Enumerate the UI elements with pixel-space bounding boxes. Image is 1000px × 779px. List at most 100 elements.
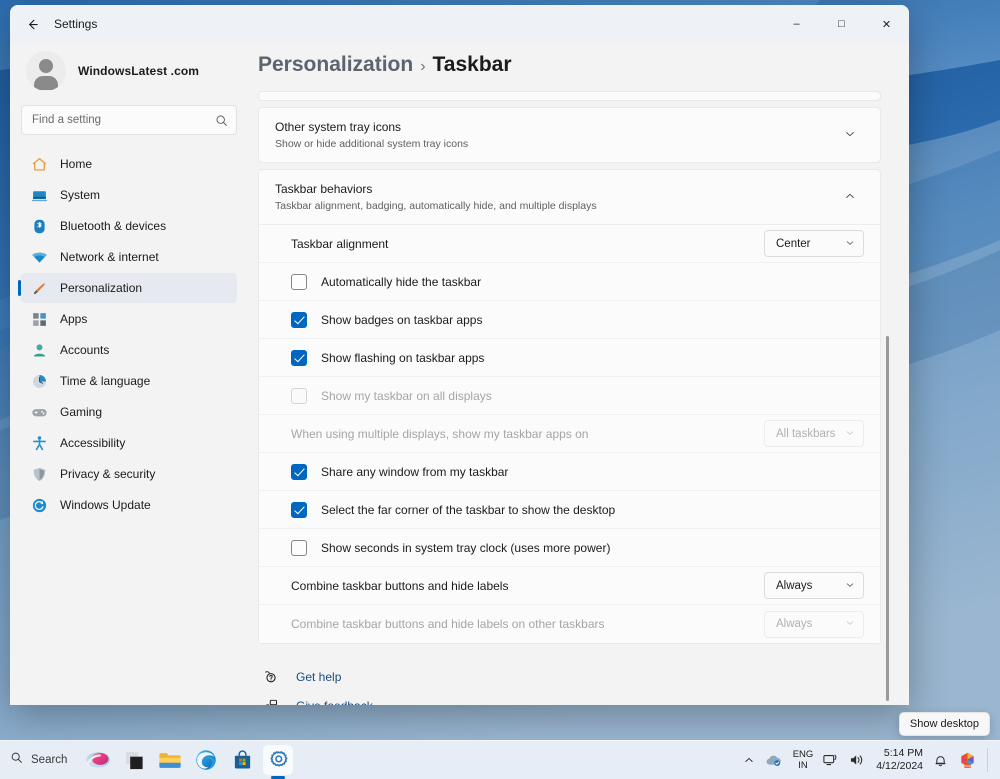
sidebar-item-label: System (60, 188, 101, 202)
row-combine-taskbar-buttons-other-taskbars: Combine taskbar buttons and hide labels … (259, 605, 880, 643)
edge-icon[interactable] (191, 745, 221, 775)
account-profile[interactable]: WindowsLatest .com (18, 43, 240, 105)
chevron-up-icon[interactable] (836, 190, 864, 205)
get-help-link[interactable]: Get help (262, 668, 881, 686)
microsoft-store-icon[interactable] (227, 745, 257, 775)
give-feedback-link[interactable]: Give feedback (262, 697, 881, 705)
clock-icon (31, 373, 48, 390)
row-automatically-hide-the-taskbar[interactable]: Automatically hide the taskbar (259, 263, 880, 301)
search-input[interactable] (32, 114, 215, 126)
settings-icon[interactable] (263, 745, 294, 775)
sidebar-item-time-language[interactable]: Time & language (21, 366, 237, 396)
taskbar-app-icons (83, 745, 294, 775)
file-explorer-icon[interactable] (155, 745, 185, 775)
apps-icon (31, 311, 48, 328)
dropdown-value: Center (776, 237, 811, 250)
sidebar-item-label: Privacy & security (60, 467, 156, 481)
sidebar-item-bluetooth-devices[interactable]: Bluetooth & devices (21, 211, 237, 241)
multiple-displays-dropdown: All taskbars (764, 420, 864, 447)
network-icon[interactable] (823, 753, 839, 767)
sidebar-item-label: Personalization (60, 281, 143, 295)
combine-taskbar-buttons-dropdown[interactable]: Always (764, 572, 864, 599)
shield-icon (31, 466, 48, 483)
row-share-any-window-from-my-taskbar[interactable]: Share any window from my taskbar (259, 453, 880, 491)
maximize-button[interactable]: □ (819, 5, 864, 43)
share-window-checkbox[interactable] (291, 463, 307, 480)
show-badges-checkbox[interactable] (291, 311, 307, 328)
sidebar-item-gaming[interactable]: Gaming (21, 397, 237, 427)
clock[interactable]: 5:14 PM 4/12/2024 (876, 747, 923, 773)
card-title: Other system tray icons (275, 120, 402, 134)
sidebar-item-accounts[interactable]: Accounts (21, 335, 237, 365)
automatically-hide-taskbar-checkbox[interactable] (291, 273, 307, 290)
sidebar-item-privacy-security[interactable]: Privacy & security (21, 459, 237, 489)
row-show-my-taskbar-on-all-displays: Show my taskbar on all displays (259, 377, 880, 415)
show-seconds-checkbox[interactable] (291, 539, 307, 556)
row-select-far-corner-show-desktop[interactable]: Select the far corner of the taskbar to … (259, 491, 880, 529)
sidebar-item-personalization[interactable]: Personalization (18, 273, 237, 303)
dropdown-value: Always (776, 618, 813, 630)
title-bar: Settings – □ ✕ (10, 5, 909, 43)
card-header[interactable]: Taskbar behaviors Taskbar alignment, bad… (259, 170, 880, 224)
system-icon (31, 187, 48, 204)
close-button[interactable]: ✕ (864, 5, 909, 43)
minimize-button[interactable]: – (774, 5, 819, 43)
taskbar-search-button[interactable]: Search (2, 746, 79, 774)
card-taskbar-behaviors[interactable]: Taskbar behaviors Taskbar alignment, bad… (258, 169, 881, 644)
settings-scroll-area[interactable]: Other system tray icons Show or hide add… (248, 91, 909, 705)
sidebar: WindowsLatest .com Find a setting Home S… (10, 43, 248, 705)
back-button[interactable] (16, 8, 48, 40)
scrollbar-track[interactable] (886, 91, 899, 705)
sidebar-item-apps[interactable]: Apps (21, 304, 237, 334)
far-corner-show-desktop-checkbox[interactable] (291, 501, 307, 518)
row-label: Combine taskbar buttons and hide labels (291, 578, 509, 593)
clock-time: 5:14 PM (883, 747, 923, 759)
tray-overflow-chevron-up-icon[interactable] (743, 754, 755, 766)
volume-icon[interactable] (849, 753, 866, 767)
card-partially-scrolled[interactable] (258, 91, 881, 101)
language-primary: ENG (792, 749, 814, 760)
search-icon (215, 114, 228, 127)
scrollbar-thumb[interactable] (886, 336, 889, 701)
show-flashing-checkbox[interactable] (291, 349, 307, 366)
sidebar-item-accessibility[interactable]: Accessibility (21, 428, 237, 458)
sidebar-item-label: Time & language (60, 374, 151, 388)
settings-window: Settings – □ ✕ WindowsLatest .com Find a… (10, 5, 909, 705)
language-indicator[interactable]: ENG IN (793, 749, 814, 771)
search-box[interactable] (21, 105, 237, 135)
account-name: WindowsLatest .com (78, 64, 200, 78)
notifications-bell-icon[interactable] (933, 753, 948, 768)
account-icon (31, 342, 48, 359)
row-label: Share any window from my taskbar (321, 464, 509, 479)
footer-link-label: Give feedback (296, 699, 373, 705)
bluetooth-icon (31, 218, 48, 235)
copilot-icon[interactable] (83, 745, 113, 775)
sidebar-item-windows-update[interactable]: Windows Update (21, 490, 237, 520)
row-taskbar-alignment[interactable]: Taskbar alignment Center (259, 225, 880, 263)
show-desktop-button[interactable] (987, 748, 992, 772)
card-other-system-tray-icons[interactable]: Other system tray icons Show or hide add… (258, 107, 881, 163)
taskbar-alignment-dropdown[interactable]: Center (764, 230, 864, 257)
get-help-icon (262, 668, 280, 686)
card-header[interactable]: Other system tray icons Show or hide add… (259, 108, 880, 162)
show-desktop-tooltip: Show desktop (898, 712, 990, 736)
home-icon (31, 156, 48, 173)
sidebar-item-home[interactable]: Home (21, 149, 237, 179)
onedrive-cloud-icon[interactable] (765, 753, 783, 767)
chevron-down-icon[interactable] (836, 128, 864, 143)
row-label: Taskbar alignment (291, 236, 389, 251)
row-show-seconds-in-system-tray-clock[interactable]: Show seconds in system tray clock (uses … (259, 529, 880, 567)
row-show-badges-on-taskbar-apps[interactable]: Show badges on taskbar apps (259, 301, 880, 339)
dropdown-value: All taskbars (776, 427, 836, 440)
task-view-icon[interactable] (119, 745, 149, 775)
sidebar-item-system[interactable]: System (21, 180, 237, 210)
dropdown-value: Always (776, 579, 813, 592)
breadcrumb-parent[interactable]: Personalization (258, 53, 413, 76)
breadcrumb: Personalization › Taskbar (248, 43, 909, 91)
sidebar-item-network-internet[interactable]: Network & internet (21, 242, 237, 272)
window-controls: – □ ✕ (774, 5, 909, 43)
row-show-flashing-on-taskbar-apps[interactable]: Show flashing on taskbar apps (259, 339, 880, 377)
row-combine-taskbar-buttons[interactable]: Combine taskbar buttons and hide labels … (259, 567, 880, 605)
sidebar-item-label: Network & internet (60, 250, 159, 264)
copilot-pre-icon[interactable]: PRE (958, 751, 977, 770)
